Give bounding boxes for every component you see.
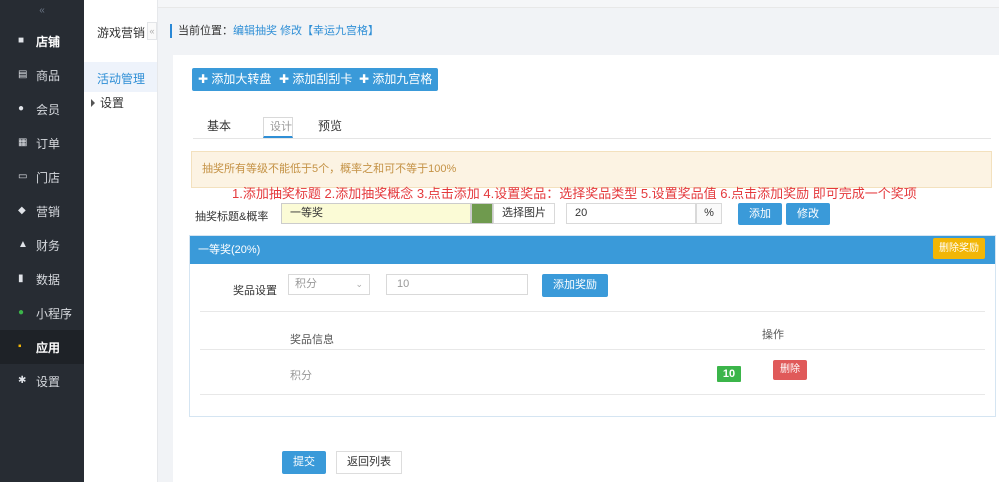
tab-preview[interactable]: 预览 <box>318 117 342 134</box>
breadcrumb-prefix: 当前位置： <box>178 25 233 37</box>
add-grid-label: 添加九宫格 <box>372 72 433 86</box>
subnav-item-label: 设置 <box>100 96 125 110</box>
prize-type-value: 积分 <box>295 278 317 290</box>
title-prob-label: 抽奖标题&概率 <box>195 211 269 223</box>
add-grid-button[interactable]: ✚ 添加九宫格 <box>353 68 439 91</box>
subnav-item-label: 活动管理 <box>97 72 146 86</box>
apps-icon: ▪ <box>18 341 22 352</box>
add-wheel-button[interactable]: ✚ 添加大转盘 <box>192 68 278 91</box>
sidebar-item-0[interactable]: ■ 店铺 <box>0 24 84 58</box>
divider <box>200 311 985 312</box>
goods-icon: ▤ <box>18 69 28 80</box>
percent-addon: % <box>696 203 722 224</box>
subnav-title: 游戏营销 « <box>84 0 157 62</box>
divider <box>200 394 985 395</box>
collapse-arrows-icon[interactable]: « <box>0 0 84 24</box>
main-panel: ✚ 添加大转盘 ✚ 添加刮刮卡 ✚ 添加九宫格 基本 设计 预览 抽奖所有等级不… <box>173 55 999 482</box>
subnav-item-activity[interactable]: 活动管理 <box>84 62 157 92</box>
marketing-icon: ◆ <box>18 205 26 216</box>
sidebar-item-3[interactable]: ▦ 订单 <box>0 126 84 160</box>
add-scratch-button[interactable]: ✚ 添加刮刮卡 <box>273 68 359 91</box>
sidebar-item-label: 应用 <box>36 340 61 355</box>
submit-button[interactable]: 提交 <box>282 451 326 474</box>
settings-icon: ✱ <box>18 375 27 386</box>
sidebar-item-label: 营销 <box>36 204 61 219</box>
pick-image-button[interactable]: 选择图片 <box>493 203 555 224</box>
sidebar-item-label: 设置 <box>36 374 61 389</box>
data-icon: ▮ <box>18 273 24 284</box>
delete-reward-button[interactable]: 删除奖励 <box>933 238 985 259</box>
member-icon: ● <box>18 103 25 114</box>
sidebar-item-label: 财务 <box>36 238 61 253</box>
plus-icon: ✚ <box>359 72 370 86</box>
prize-card-title: 一等奖(20%) <box>198 244 261 256</box>
col-header-info: 奖品信息 <box>290 334 334 346</box>
back-to-list-button[interactable]: 返回列表 <box>336 451 402 474</box>
sidebar-item-5[interactable]: ◆ 营销 <box>0 194 84 228</box>
sidebar-item-label: 会员 <box>36 102 61 117</box>
delete-row-button[interactable]: 删除 <box>773 360 807 380</box>
store-icon: ▭ <box>18 171 28 182</box>
sidebar-item-1[interactable]: ▤ 商品 <box>0 58 84 92</box>
reward-value-badge: 10 <box>717 366 741 382</box>
shop-icon: ■ <box>18 35 25 46</box>
subnav-title-text: 游戏营销 <box>97 26 146 40</box>
sidebar-item-2[interactable]: ● 会员 <box>0 92 84 126</box>
row-info: 积分 <box>290 370 312 382</box>
prize-card: 一等奖(20%) 删除奖励 奖品设置 积分 ⌄ 10 添加奖励 奖品信息 操作 积… <box>189 235 996 417</box>
sidebar-item-6[interactable]: ▲ 财务 <box>0 228 84 262</box>
sub-navigation: 游戏营销 « 活动管理 设置 <box>84 0 158 482</box>
sidebar-item-label: 订单 <box>36 136 61 151</box>
sidebar-item-label: 小程序 <box>36 306 73 321</box>
add-reward-button[interactable]: 添加奖励 <box>542 274 608 297</box>
add-scratch-label: 添加刮刮卡 <box>292 72 353 86</box>
prize-value-input[interactable]: 10 <box>386 274 528 295</box>
miniprogram-icon: ● <box>18 307 25 318</box>
sidebar-item-label: 门店 <box>36 170 61 185</box>
prize-card-header: 一等奖(20%) 删除奖励 <box>190 236 995 264</box>
sidebar-item-10[interactable]: ✱ 设置 <box>0 364 84 398</box>
image-thumbnail-icon <box>471 203 493 224</box>
breadcrumb-current: 修改【幸运九宫格】 <box>280 25 380 37</box>
sidebar-item-8[interactable]: ● 小程序 <box>0 296 84 330</box>
probability-input[interactable]: 20 <box>566 203 696 224</box>
caret-right-icon <box>91 99 95 107</box>
notice-text: 抽奖所有等级不能低于5个，概率之和可不等于100% <box>202 163 457 175</box>
plus-icon: ✚ <box>279 72 290 86</box>
finance-icon: ▲ <box>18 239 28 250</box>
chevron-down-icon: ⌄ <box>355 279 363 289</box>
instruction-text: 1.添加抽奖标题 2.添加抽奖概念 3.点击添加 4.设置奖品：选择奖品类型 5… <box>232 186 917 201</box>
sidebar-item-label: 商品 <box>36 68 61 83</box>
sidebar-item-4[interactable]: ▭ 门店 <box>0 160 84 194</box>
subnav-item-settings[interactable]: 设置 <box>84 92 157 124</box>
sidebar-item-7[interactable]: ▮ 数据 <box>0 262 84 296</box>
tab-bar: 基本 设计 预览 <box>193 115 991 139</box>
breadcrumb: 当前位置：编辑抽奖 修改【幸运九宫格】 <box>170 24 379 38</box>
modify-prize-button[interactable]: 修改 <box>786 203 830 225</box>
sidebar-item-label: 店铺 <box>36 34 61 49</box>
prize-value-text: 10 <box>397 278 410 290</box>
sidebar-item-label: 数据 <box>36 272 61 287</box>
top-bar <box>158 0 999 8</box>
prize-type-select[interactable]: 积分 ⌄ <box>288 274 370 295</box>
col-header-action: 操作 <box>762 329 784 341</box>
prize-title-input[interactable]: 一等奖 <box>281 203 471 224</box>
add-prize-button[interactable]: 添加 <box>738 203 782 225</box>
prize-setting-label: 奖品设置 <box>233 285 277 297</box>
add-wheel-label: 添加大转盘 <box>211 72 272 86</box>
collapse-subnav-icon[interactable]: « <box>147 22 157 40</box>
tab-basic[interactable]: 基本 <box>207 117 231 134</box>
breadcrumb-link[interactable]: 编辑抽奖 <box>233 25 277 37</box>
tab-design[interactable]: 设计 <box>263 117 293 138</box>
sidebar-item-9[interactable]: ▪ 应用 <box>0 330 84 364</box>
divider <box>200 349 985 350</box>
order-icon: ▦ <box>18 137 28 148</box>
plus-icon: ✚ <box>198 72 209 86</box>
sidebar: « ■ 店铺 ▤ 商品 ● 会员 ▦ 订单 ▭ 门店 ◆ 营销 ▲ 财务 ▮ 数据 ● 小程序 ▪ 应用 ✱ 设置 <box>0 0 84 482</box>
